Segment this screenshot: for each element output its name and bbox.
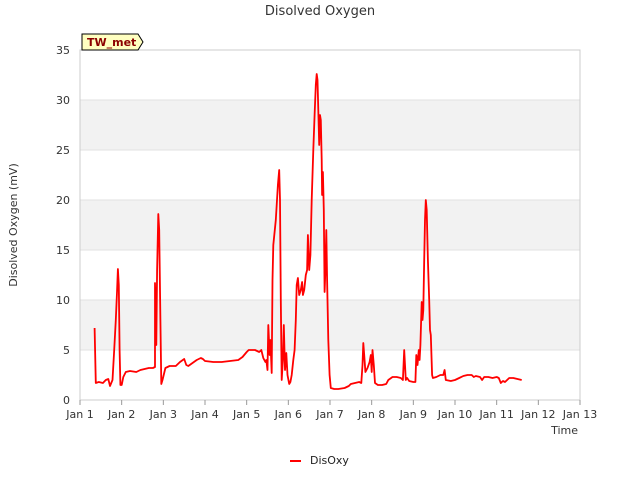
x-tick-label: Jan 7: [315, 408, 343, 421]
legend-label-disoxy: DisOxy: [310, 454, 349, 467]
background-band: [80, 100, 580, 150]
x-tick-label: Jan 2: [107, 408, 135, 421]
x-tick-label: Jan 11: [478, 408, 513, 421]
y-tick-label: 30: [56, 94, 70, 107]
x-tick-label: Jan 1: [65, 408, 93, 421]
y-tick-label: 0: [63, 394, 70, 407]
station-badge-label: TW_met: [87, 36, 136, 49]
legend: DisOxy: [290, 454, 349, 467]
y-tick-label: 5: [63, 344, 70, 357]
y-tick-label: 10: [56, 294, 70, 307]
y-tick-label: 25: [56, 144, 70, 157]
y-tick-label: 20: [56, 194, 70, 207]
background-band: [80, 200, 580, 250]
x-axis-ticks: Jan 1 Jan 2 Jan 3 Jan 4 Jan 5 Jan 6 Jan 7 Jan 8…: [65, 400, 597, 421]
station-badge: TW_met: [81, 33, 144, 51]
x-axis-title: Time: [550, 424, 578, 437]
y-tick-label: 35: [56, 44, 70, 57]
x-tick-label: Jan 5: [232, 408, 260, 421]
x-tick-label: Jan 13: [562, 408, 597, 421]
x-tick-label: Jan 10: [437, 408, 472, 421]
x-tick-label: Jan 12: [520, 408, 555, 421]
y-axis-title: Disolved Oxygen (mV): [7, 163, 20, 287]
dissolved-oxygen-chart: 0 5 10 15 20 25 30 35 Jan 1 Jan 2 Jan 3 Jan 4 Jan 5…: [7, 4, 597, 467]
x-tick-label: Jan 6: [274, 408, 302, 421]
x-tick-label: Jan 3: [149, 408, 177, 421]
y-axis-ticks: 0 5 10 15 20 25 30 35: [56, 44, 70, 407]
x-tick-label: Jan 9: [399, 408, 427, 421]
y-tick-label: 15: [56, 244, 70, 257]
x-tick-label: Jan 4: [190, 408, 218, 421]
x-tick-label: Jan 8: [357, 408, 385, 421]
chart-title: Disolved Oxygen: [265, 4, 375, 19]
